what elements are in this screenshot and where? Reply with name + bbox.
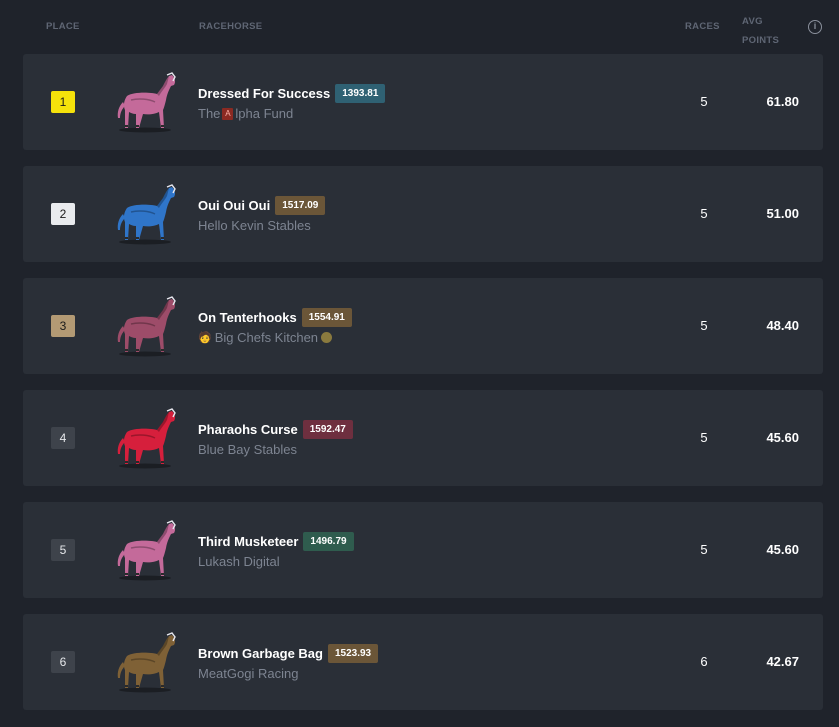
avg-points: 61.80 <box>766 94 799 109</box>
horse-name[interactable]: Pharaohs Curse <box>198 422 298 437</box>
leaderboard-row[interactable]: 5 Third Musketeer 1496.79 Lukash Digital… <box>23 502 823 598</box>
horse-image <box>109 408 179 470</box>
place-badge: 2 <box>51 203 75 225</box>
races-count: 5 <box>700 542 708 557</box>
rating-badge: 1592.47 <box>302 420 353 439</box>
leaderboard-row[interactable]: 1 Dressed For Success 1393.81 The A lpha… <box>23 54 823 150</box>
stable-text-post: lpha Fund <box>235 106 294 121</box>
horse-image <box>109 296 179 358</box>
races-column-header: RACES <box>685 21 720 32</box>
leaderboard-row[interactable]: 4 Pharaohs Curse 1592.47 Blue Bay Stable… <box>23 390 823 486</box>
rating-badge: 1523.93 <box>327 644 379 663</box>
rating-badge: 1393.81 <box>335 84 386 103</box>
place-badge: 3 <box>51 315 75 337</box>
place-column-header: PLACE <box>46 21 80 32</box>
horse-image <box>109 184 179 246</box>
avg-points: 45.60 <box>766 430 799 445</box>
stable-name[interactable]: MeatGogi Racing <box>198 666 298 681</box>
horse-image <box>109 632 179 694</box>
place-badge: 1 <box>51 91 75 113</box>
races-count: 5 <box>700 430 708 445</box>
rating-badge: 1517.09 <box>275 196 326 215</box>
horse-name[interactable]: Oui Oui Oui <box>198 198 270 213</box>
races-count: 6 <box>700 654 708 669</box>
horse-image <box>109 520 179 582</box>
races-count: 5 <box>700 206 708 221</box>
avg-header-line2: POINTS <box>742 35 780 46</box>
stable-name[interactable]: Lukash Digital <box>198 554 280 569</box>
rating-badge: 1496.79 <box>303 532 354 551</box>
horse-name[interactable]: Dressed For Success <box>198 86 330 101</box>
avg-points: 51.00 <box>766 206 799 221</box>
place-badge: 6 <box>51 651 75 673</box>
alpha-logo-icon: A <box>222 107 234 120</box>
coin-icon <box>321 332 333 343</box>
stable-name[interactable]: Hello Kevin Stables <box>198 218 311 233</box>
avg-points: 42.67 <box>766 654 799 669</box>
stable-name[interactable]: Blue Bay Stables <box>198 442 297 457</box>
avg-points-column-header: AVG POINTS <box>742 12 779 50</box>
chef-icon: 🧑 <box>198 332 212 344</box>
place-badge: 5 <box>51 539 75 561</box>
place-badge: 4 <box>51 427 75 449</box>
leaderboard-header: PLACE RACEHORSE RACES AVG POINTS i <box>0 0 839 50</box>
avg-points: 48.40 <box>766 318 799 333</box>
leaderboard-row[interactable]: 6 Brown Garbage Bag 1523.93 MeatGogi Rac… <box>23 614 823 710</box>
horse-name[interactable]: On Tenterhooks <box>198 310 297 325</box>
stable-text: Big Chefs Kitchen <box>214 330 319 345</box>
horse-name[interactable]: Brown Garbage Bag <box>198 646 323 661</box>
info-icon[interactable]: i <box>808 20 822 34</box>
avg-header-line1: AVG <box>742 16 763 27</box>
leaderboard-row[interactable]: 2 Oui Oui Oui 1517.09 Hello Kevin Stable… <box>23 166 823 262</box>
racehorse-column-header: RACEHORSE <box>199 21 263 32</box>
horse-name[interactable]: Third Musketeer <box>198 534 298 549</box>
leaderboard-row[interactable]: 3 On Tenterhooks 1554.91 🧑 Big Chefs Kit… <box>23 278 823 374</box>
stable-text-pre: The <box>198 106 221 121</box>
avg-points: 45.60 <box>766 542 799 557</box>
stable-name[interactable]: 🧑 Big Chefs Kitchen <box>198 330 333 345</box>
stable-name[interactable]: The A lpha Fund <box>198 106 293 121</box>
races-count: 5 <box>700 318 708 333</box>
rating-badge: 1554.91 <box>301 308 352 327</box>
races-count: 5 <box>700 94 708 109</box>
horse-image <box>109 72 179 134</box>
